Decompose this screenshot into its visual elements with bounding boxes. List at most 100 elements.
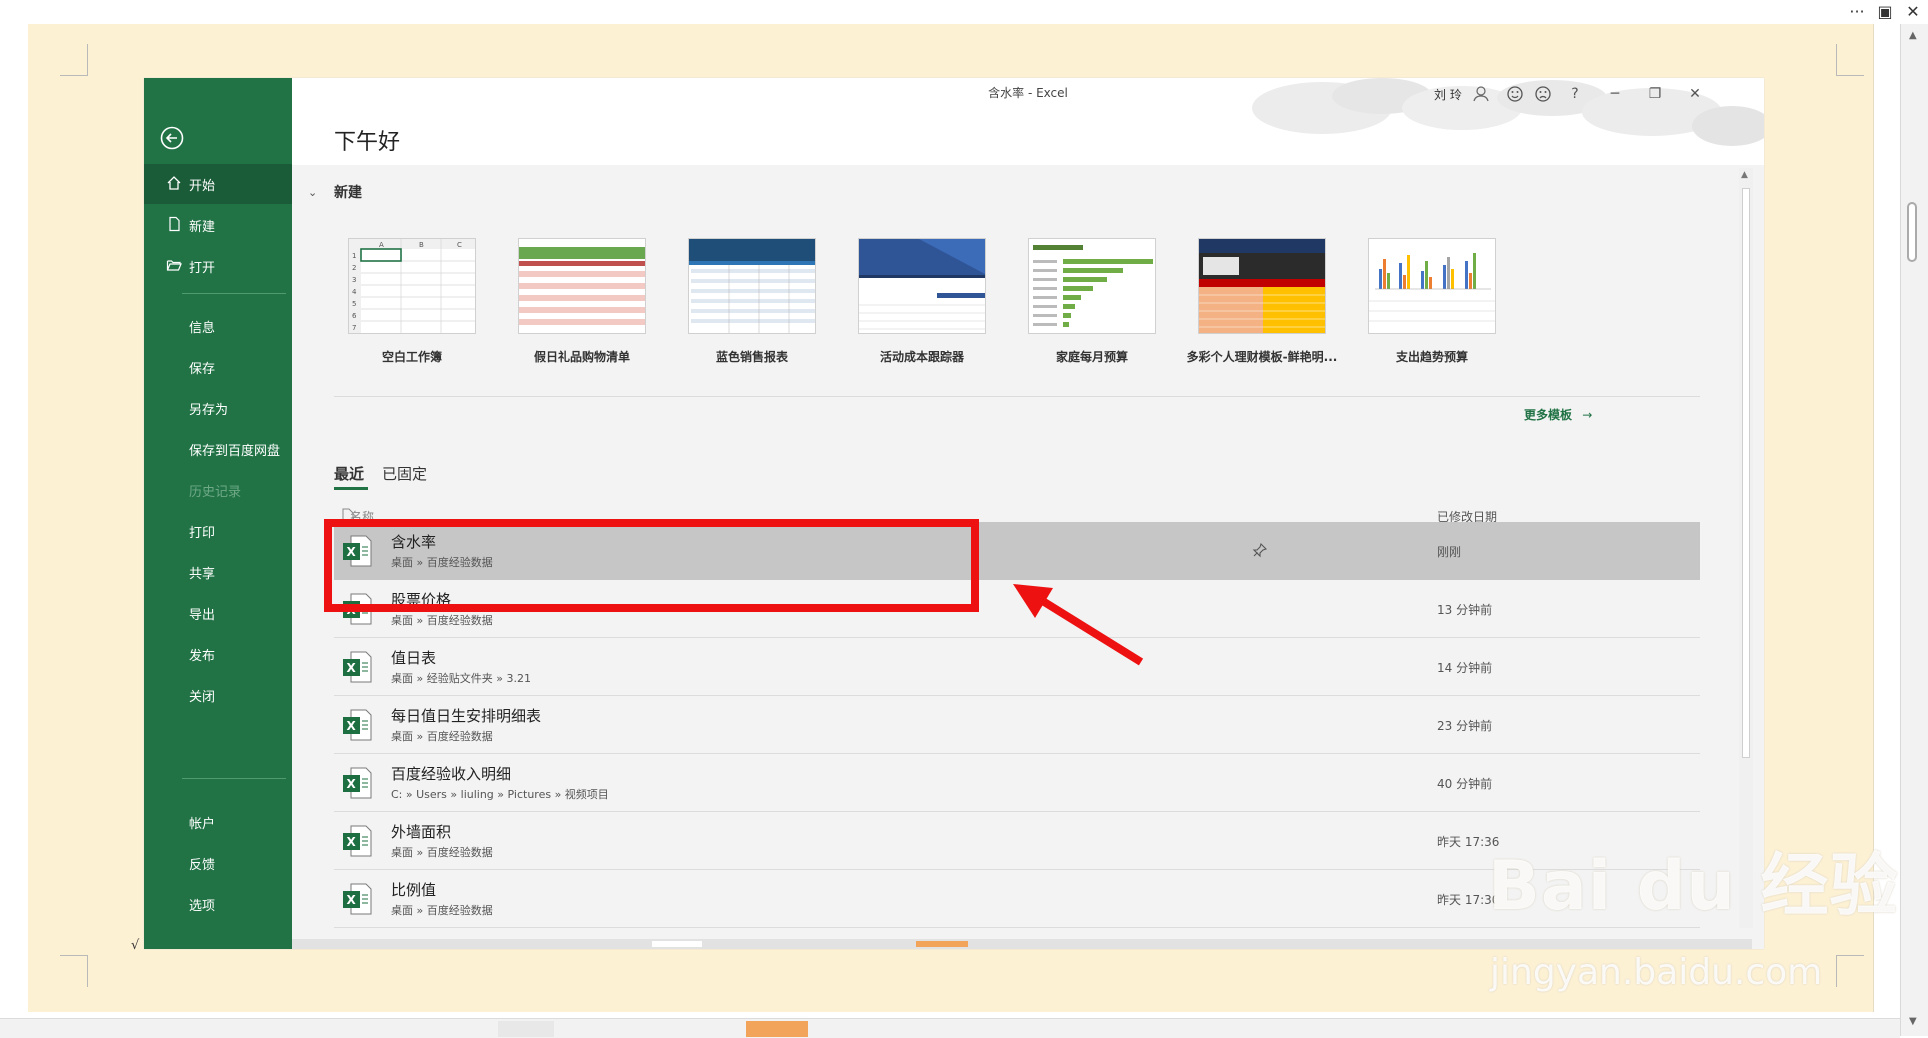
- close-icon[interactable]: ✕: [1902, 2, 1924, 22]
- template-thumbnail: [688, 238, 816, 334]
- svg-text:X: X: [347, 661, 357, 675]
- nav-feedback[interactable]: 反馈: [144, 843, 292, 883]
- template-expense-trend[interactable]: 支出趋势预算: [1342, 238, 1522, 365]
- nav-divider: [182, 293, 286, 294]
- template-blue-sales[interactable]: 蓝色销售报表: [662, 238, 842, 365]
- svg-text:X: X: [347, 893, 357, 907]
- excel-file-icon: X: [343, 767, 372, 799]
- scrollbar-thumb[interactable]: [1907, 202, 1917, 262]
- scroll-up-icon[interactable]: ▲: [1909, 30, 1917, 41]
- nav-label: 保存: [189, 361, 216, 377]
- user-icon[interactable]: [1468, 82, 1494, 106]
- frown-icon[interactable]: [1530, 82, 1556, 106]
- nav-options[interactable]: 选项: [144, 884, 292, 924]
- nav-save-as[interactable]: 另存为: [144, 388, 292, 428]
- file-date: 刚刚: [1437, 545, 1462, 559]
- smile-icon[interactable]: [1502, 82, 1528, 106]
- file-name: 每日值日生安排明细表: [391, 707, 542, 725]
- nav-publish[interactable]: 发布: [144, 634, 292, 674]
- template-gift-list[interactable]: 假日礼品购物清单: [492, 238, 672, 365]
- top-bar: ··· ▣ ✕: [0, 0, 1928, 24]
- chevron-down-icon[interactable]: ⌄: [308, 186, 317, 199]
- svg-text:1: 1: [352, 252, 356, 260]
- recent-file-row[interactable]: X 每日值日生安排明细表 桌面 » 百度经验数据 23 分钟前: [334, 696, 1700, 754]
- scrollbar-thumb[interactable]: [916, 941, 968, 947]
- file-date: 13 分钟前: [1437, 603, 1493, 617]
- user-name[interactable]: 刘 玲: [1434, 86, 1462, 103]
- tab-pinned[interactable]: 已固定: [382, 463, 427, 484]
- file-name: 值日表: [391, 649, 437, 667]
- horizontal-scrollbar[interactable]: [0, 1018, 1900, 1038]
- nav-share[interactable]: 共享: [144, 552, 292, 592]
- nav-divider: [182, 778, 286, 779]
- template-thumbnail: A B C 1 2 3 4 5 6 7: [348, 238, 476, 334]
- close-icon[interactable]: ✕: [1682, 82, 1708, 106]
- svg-text:X: X: [347, 835, 357, 849]
- back-arrow-icon[interactable]: [160, 126, 184, 150]
- more-icon[interactable]: ···: [1846, 2, 1868, 22]
- template-name: 多彩个人理财模板-鲜艳明...: [1186, 350, 1338, 364]
- nav-new[interactable]: 新建: [144, 205, 292, 245]
- file-name: 比例值: [391, 881, 437, 899]
- restore-icon[interactable]: ❐: [1642, 82, 1668, 106]
- nav-close[interactable]: 关闭: [144, 675, 292, 715]
- red-arrow-icon: [1013, 584, 1144, 666]
- minimize-icon[interactable]: ─: [1602, 82, 1628, 106]
- nav-home[interactable]: 开始: [144, 164, 292, 204]
- svg-text:A: A: [379, 241, 384, 249]
- file-name: 外墙面积: [391, 823, 452, 841]
- nav-label: 导出: [189, 607, 216, 623]
- nav-label: 新建: [189, 219, 216, 235]
- svg-text:3: 3: [352, 276, 356, 284]
- template-name: 支出趋势预算: [1395, 350, 1468, 364]
- scrollbar-thumb[interactable]: [746, 1021, 808, 1037]
- svg-text:B: B: [419, 241, 424, 249]
- recent-list-scrollbar[interactable]: ▲: [1739, 168, 1753, 928]
- checkmark-icon: √: [131, 938, 140, 953]
- excel-window: 开始 新建 打开 信息 保存 另存为 保存到百度网盘 历史记录 打印 共享 导出…: [144, 78, 1764, 949]
- nav-label: 开始: [189, 178, 216, 194]
- pin-icon[interactable]: [1252, 542, 1268, 558]
- nav-save-baidu[interactable]: 保存到百度网盘: [144, 429, 292, 469]
- tab-recent[interactable]: 最近: [334, 463, 364, 484]
- restore-icon[interactable]: ▣: [1874, 2, 1896, 22]
- section-title-new: 新建: [334, 185, 362, 201]
- excel-file-icon: X: [343, 651, 372, 683]
- help-icon[interactable]: ?: [1562, 82, 1588, 106]
- highlight-box: [324, 519, 979, 612]
- excel-file-icon: X: [343, 825, 372, 857]
- nav-export[interactable]: 导出: [144, 593, 292, 633]
- crop-mark: [60, 44, 88, 76]
- template-blank[interactable]: A B C 1 2 3 4 5 6 7 空白工作簿: [322, 238, 502, 365]
- file-name: 百度经验收入明细: [391, 765, 512, 783]
- template-thumbnail: [518, 238, 646, 334]
- template-name: 家庭每月预算: [1055, 350, 1128, 364]
- template-personal-finance[interactable]: 多彩个人理财模板-鲜艳明...: [1172, 238, 1352, 365]
- nav-label: 关闭: [189, 689, 216, 705]
- scrollbar-thumb[interactable]: [1742, 188, 1750, 758]
- template-family-budget[interactable]: 家庭每月预算: [1002, 238, 1182, 365]
- sheet-scrollbar[interactable]: [292, 939, 1752, 949]
- svg-text:X: X: [347, 777, 357, 791]
- recent-file-row[interactable]: X 百度经验收入明细 C: » Users » liuling » Pictur…: [334, 754, 1700, 812]
- svg-text:5: 5: [352, 300, 356, 308]
- file-path: C: » Users » liuling » Pictures » 视频项目: [391, 788, 609, 801]
- nav-account[interactable]: 帐户: [144, 802, 292, 842]
- nav-label: 打印: [189, 525, 216, 541]
- nav-label: 帐户: [189, 816, 216, 832]
- nav-history: 历史记录: [144, 470, 292, 510]
- svg-text:4: 4: [352, 288, 357, 296]
- scroll-down-icon[interactable]: ▼: [1909, 1016, 1917, 1027]
- template-event-cost[interactable]: 活动成本跟踪器: [832, 238, 1012, 365]
- folder-open-icon: [166, 260, 182, 271]
- file-date: 40 分钟前: [1437, 777, 1493, 791]
- nav-info[interactable]: 信息: [144, 306, 292, 346]
- scroll-up-icon[interactable]: ▲: [1741, 170, 1748, 180]
- watermark-url: jingyan.baidu.com: [1490, 952, 1823, 993]
- nav-save[interactable]: 保存: [144, 347, 292, 387]
- nav-label: 信息: [189, 320, 216, 336]
- more-templates-link[interactable]: 更多模板 →: [1524, 406, 1592, 423]
- vertical-scrollbar[interactable]: ▲ ▼: [1900, 24, 1928, 1036]
- nav-open[interactable]: 打开: [144, 246, 292, 286]
- nav-print[interactable]: 打印: [144, 511, 292, 551]
